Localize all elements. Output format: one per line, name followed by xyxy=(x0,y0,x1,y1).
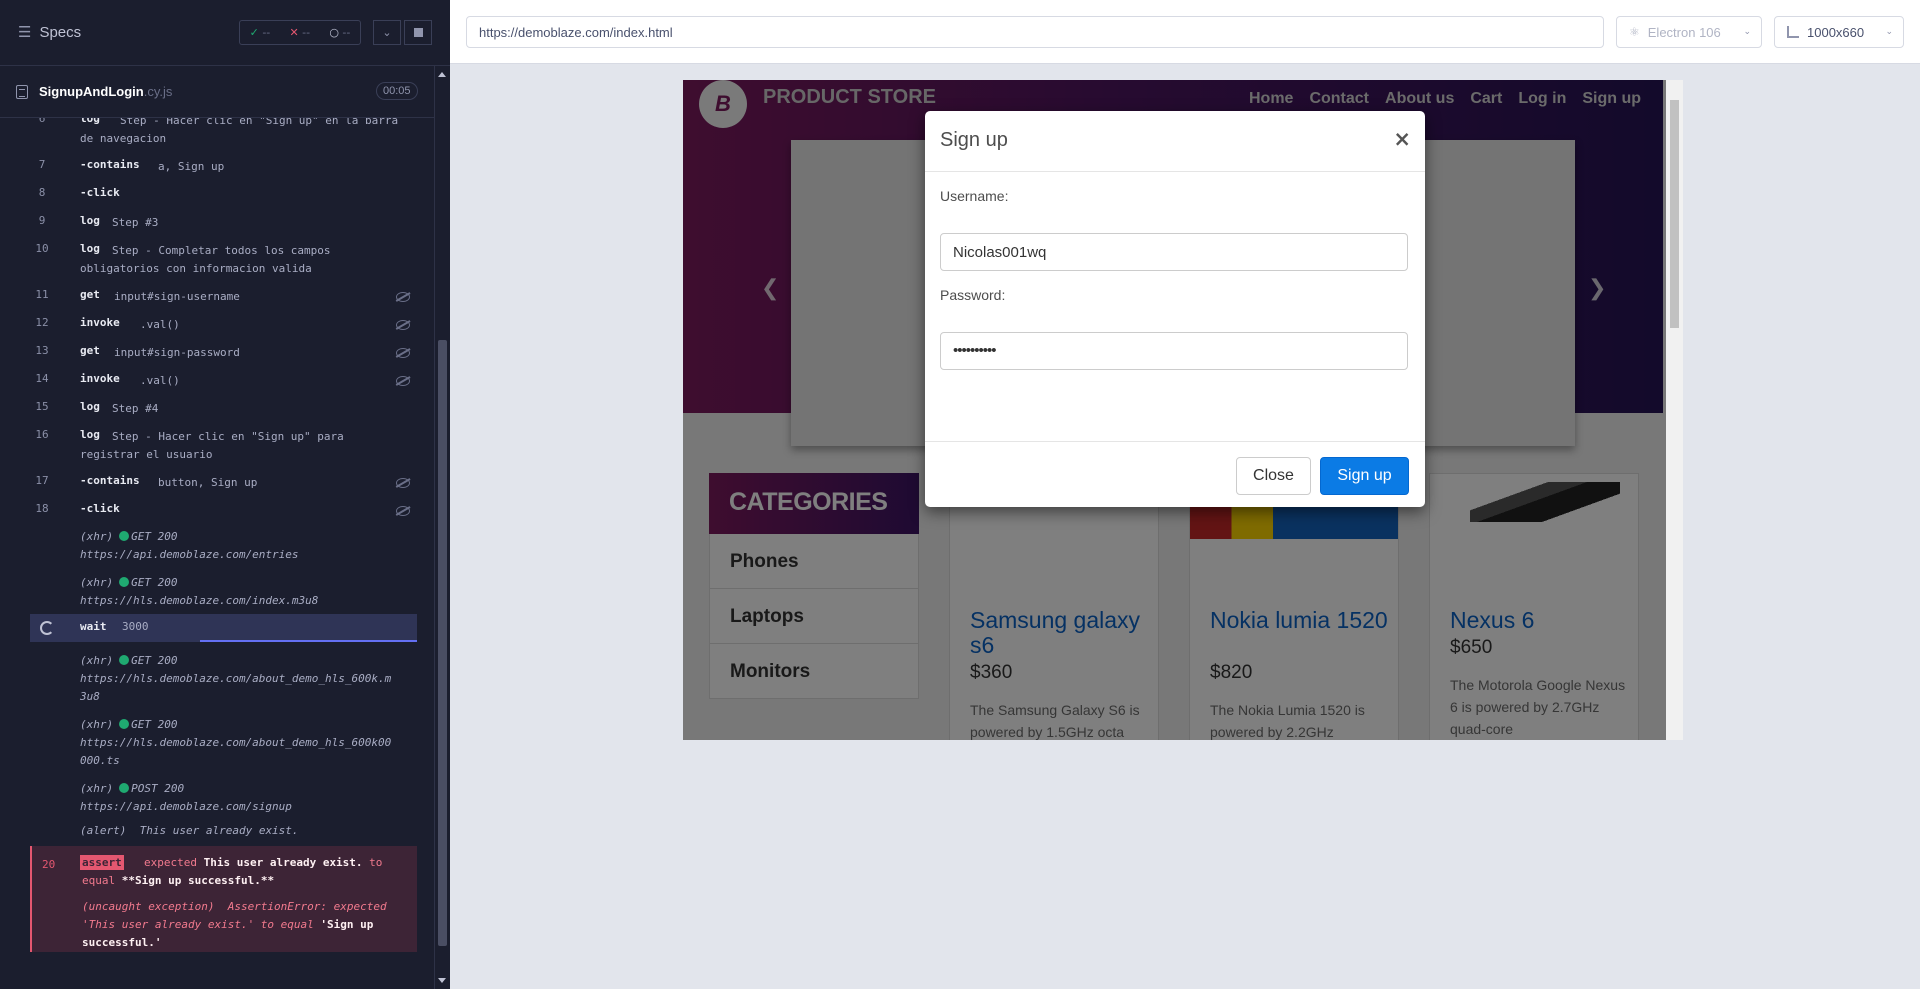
command-row[interactable]: 8 -click xyxy=(30,186,417,204)
scrollbar-thumb[interactable] xyxy=(1670,100,1679,328)
active-command-row[interactable]: wait 3000 xyxy=(30,614,417,642)
scrollbar-thumb[interactable] xyxy=(438,340,447,946)
alert-row[interactable]: (alert) This user already exist. xyxy=(30,822,417,840)
status-dot-icon xyxy=(119,577,130,587)
command-row[interactable]: 7 -contains a, Sign up xyxy=(30,158,417,176)
close-button[interactable]: Close xyxy=(1236,457,1311,495)
specs-label: Specs xyxy=(39,23,82,41)
command-row[interactable]: 14 invoke .val() xyxy=(30,372,417,390)
command-row[interactable]: 12 invoke .val() xyxy=(30,316,417,334)
stop-button[interactable] xyxy=(404,20,432,45)
eye-off-icon[interactable] xyxy=(396,320,410,330)
sign-up-button[interactable]: Sign up xyxy=(1320,457,1409,495)
status-dot-icon xyxy=(119,719,130,729)
pending-count: ○ -- xyxy=(329,26,351,39)
status-dot-icon xyxy=(119,655,130,665)
xhr-row[interactable]: (xhr) GET 200 https://hls.demoblaze.com/a… xyxy=(30,652,417,706)
eye-off-icon[interactable] xyxy=(396,478,410,488)
status-dot-icon xyxy=(119,531,130,541)
chevron-down-icon: ⌄ xyxy=(1743,27,1751,37)
electron-icon: ⚛ xyxy=(1629,25,1640,39)
viewport-icon xyxy=(1787,26,1799,38)
passed-count: ✓ -- xyxy=(249,26,271,39)
password-label: Password: xyxy=(940,287,1006,303)
username-field[interactable] xyxy=(940,233,1408,271)
assert-badge: assert xyxy=(80,855,124,870)
status-dot-icon xyxy=(119,783,130,793)
spinner-icon: ○ xyxy=(329,26,339,39)
app-under-test-frame: B PRODUCT STORE Home Contact About us Ca… xyxy=(683,80,1683,740)
url-bar[interactable]: https://demoblaze.com/index.html xyxy=(466,16,1604,48)
command-row[interactable]: 13 get input#sign-password xyxy=(30,344,417,362)
command-list: 6 log Step - Hacer clic en "Sign up" en … xyxy=(0,118,434,980)
spec-file-name: SignupAndLogin xyxy=(39,84,144,99)
stop-icon xyxy=(413,28,423,37)
reporter-header: ☰ Specs ✓ -- ✕ -- ○ -- ⌄ xyxy=(0,0,450,66)
scroll-up-icon[interactable] xyxy=(438,72,446,77)
spec-file-ext: .cy.js xyxy=(143,84,173,99)
eye-off-icon[interactable] xyxy=(396,348,410,358)
close-icon[interactable]: × xyxy=(1393,127,1411,151)
viewport-label: 1000x660 xyxy=(1807,24,1865,40)
username-label: Username: xyxy=(940,188,1009,204)
eye-off-icon[interactable] xyxy=(396,506,410,516)
eye-off-icon[interactable] xyxy=(396,292,410,302)
command-row[interactable]: 10 log Step - Completar todos los campos… xyxy=(30,242,417,278)
xhr-row[interactable]: (xhr) GET 200 https://hls.demoblaze.com/i… xyxy=(30,574,417,610)
sign-up-modal: Sign up × Username: Password: ••••••••••… xyxy=(925,111,1425,507)
spec-file-row[interactable]: SignupAndLogin .cy.js 00:05 xyxy=(0,66,450,118)
test-stats: ✓ -- ✕ -- ○ -- xyxy=(239,20,361,45)
command-row[interactable]: 16 log Step - Hacer clic en "Sign up" pa… xyxy=(30,428,417,464)
chevron-down-icon[interactable]: ⌄ xyxy=(373,20,401,45)
browser-label: Electron 106 xyxy=(1647,24,1721,40)
password-field[interactable]: •••••••••• xyxy=(940,332,1408,370)
spec-duration: 00:05 xyxy=(376,82,418,100)
modal-header: Sign up × xyxy=(925,111,1425,172)
document-icon xyxy=(16,84,28,99)
command-row[interactable]: 11 get input#sign-username xyxy=(30,288,417,306)
assertion-error-block[interactable]: 20 assert expected This user already exi… xyxy=(30,846,417,952)
command-row[interactable]: 9 log Step #3 xyxy=(30,214,417,232)
check-icon: ✓ xyxy=(249,26,259,39)
x-icon: ✕ xyxy=(289,26,299,39)
viewport-selector[interactable]: 1000x660 ⌄ xyxy=(1774,16,1904,48)
modal-title: Sign up xyxy=(940,129,1008,151)
chevron-down-icon: ⌄ xyxy=(1885,27,1893,37)
failed-count: ✕ -- xyxy=(289,26,311,39)
command-row[interactable]: 15 log Step #4 xyxy=(30,400,417,418)
loading-spinner-icon xyxy=(40,621,54,635)
xhr-row[interactable]: (xhr) POST 200 https://api.demoblaze.com/… xyxy=(30,780,417,816)
xhr-row[interactable]: (xhr) GET 200 https://hls.demoblaze.com/a… xyxy=(30,716,417,770)
progress-bar xyxy=(200,640,417,642)
scroll-down-icon[interactable] xyxy=(438,978,446,983)
aut-scrollbar[interactable] xyxy=(1666,80,1683,740)
command-log-panel: ☰ Specs ✓ -- ✕ -- ○ -- ⌄ SignupAndLogin … xyxy=(0,0,450,989)
xhr-row[interactable]: (xhr) GET 200 https://api.demoblaze.com/e… xyxy=(30,528,417,564)
command-row[interactable]: 18 -click xyxy=(30,502,417,520)
specs-button[interactable]: ☰ Specs xyxy=(18,23,81,41)
browser-selector[interactable]: ⚛ Electron 106 ⌄ xyxy=(1616,16,1762,48)
command-row[interactable]: 6 log Step - Hacer clic en "Sign up" en … xyxy=(30,118,417,148)
modal-footer: Close Sign up xyxy=(925,441,1425,507)
eye-off-icon[interactable] xyxy=(396,376,410,386)
reporter-scrollbar[interactable] xyxy=(434,66,450,989)
aut-toolbar: https://demoblaze.com/index.html ⚛ Elect… xyxy=(450,0,1920,64)
command-row[interactable]: 17 -contains button, Sign up xyxy=(30,474,417,492)
menu-icon: ☰ xyxy=(18,23,32,41)
